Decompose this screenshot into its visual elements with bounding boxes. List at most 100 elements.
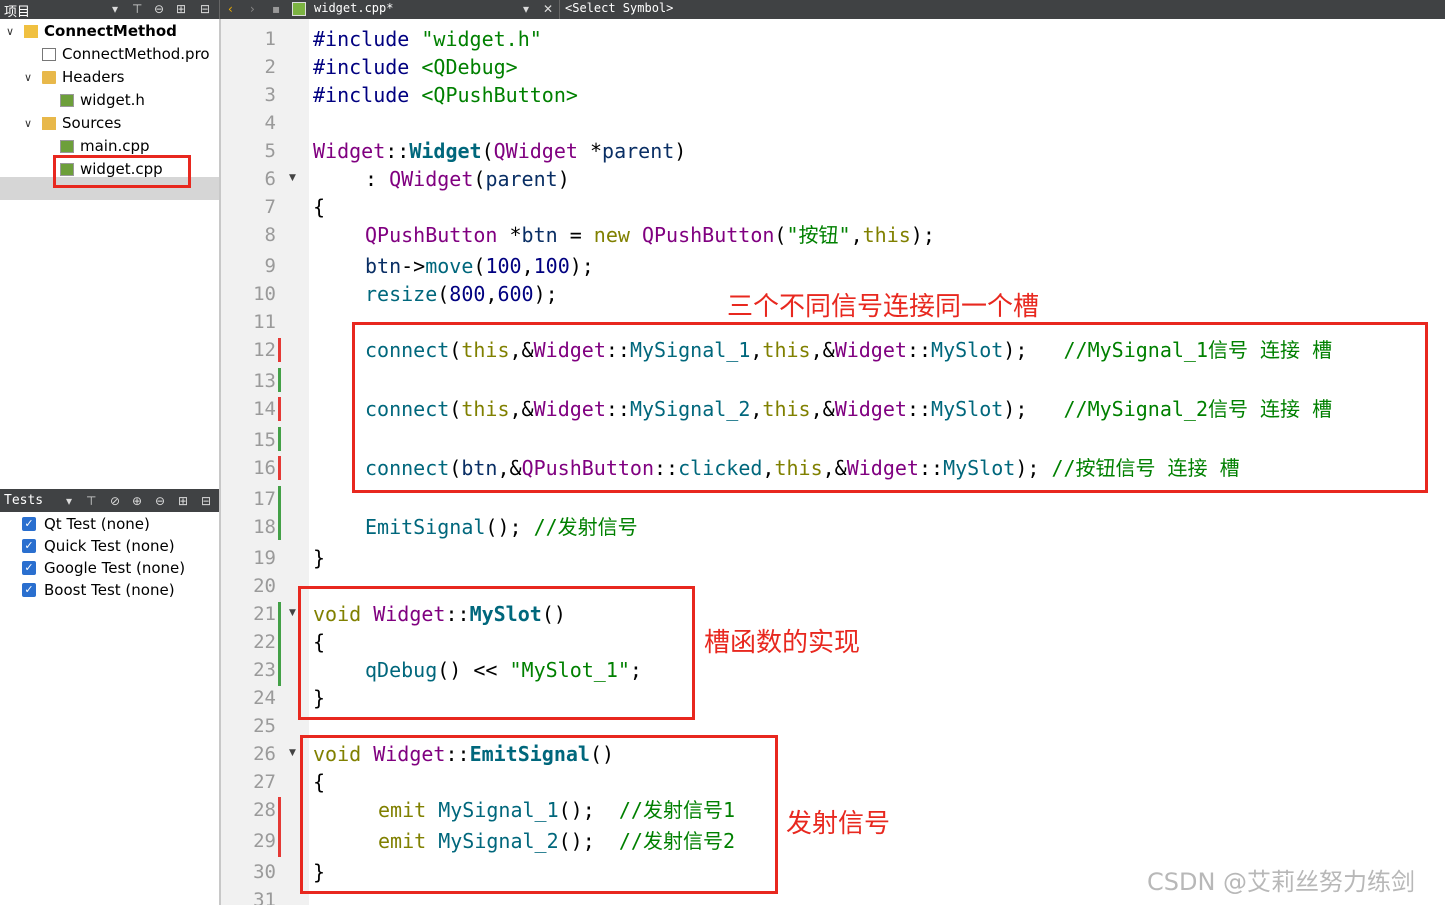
line-number[interactable]: 30 [221, 860, 276, 884]
test-item-label: Boost Test (none) [44, 581, 175, 599]
line-number[interactable]: 20 [221, 574, 276, 598]
change-marker [278, 397, 281, 421]
line-number[interactable]: 16 [221, 456, 276, 480]
close-panel-icon[interactable]: ⊟ [201, 493, 211, 509]
annotation-emit-label: 发射信号 [786, 809, 891, 839]
header-file-icon [60, 94, 74, 107]
test-item-label: Qt Test (none) [44, 515, 150, 533]
cpp-file-icon [60, 140, 74, 153]
chevron-down-icon[interactable]: ∨ [6, 20, 14, 43]
link-icon[interactable]: ⊖ [154, 1, 164, 17]
change-marker [278, 338, 281, 362]
close-panel-icon[interactable]: ⊟ [200, 1, 210, 17]
line-number[interactable]: 10 [221, 282, 276, 306]
sources-label: Sources [62, 114, 122, 132]
dropdown-icon[interactable]: ▾ [112, 1, 118, 17]
code-line-5[interactable]: Widget::Widget(QWidget *parent) [313, 139, 686, 163]
code-line-1[interactable]: #include "widget.h" [313, 27, 542, 51]
tests-toolbar: Tests ▾ ⊤ ⊘ ⊕ ⊖ ⊞ ⊟ [0, 489, 219, 512]
code-line-6[interactable]: : QWidget(parent) [365, 167, 570, 191]
editor-toolbar: 项目 ▾ ⊤ ⊖ ⊞ ⊟ ‹ › ▪ widget.cpp* ▾ ✕ <Sele… [0, 0, 1445, 20]
line-number[interactable]: 15 [221, 428, 276, 452]
forward-arrow-icon[interactable]: › [250, 1, 255, 17]
line-number[interactable]: 2 [221, 55, 276, 79]
code-line-7[interactable]: { [313, 195, 325, 219]
code-line-2[interactable]: #include <QDebug> [313, 55, 518, 79]
filter-icon[interactable]: ⊤ [132, 1, 142, 17]
tests-view-label[interactable]: Tests [4, 493, 43, 508]
line-number[interactable]: 8 [221, 223, 276, 247]
checkbox-checked-icon[interactable]: ✓ [22, 583, 36, 597]
folder-icon [42, 117, 56, 130]
project-icon [24, 25, 38, 38]
annotation-slot-box [298, 586, 695, 720]
line-number[interactable]: 23 [221, 658, 276, 682]
line-number[interactable]: 24 [221, 686, 276, 710]
annotation-connect-label: 三个不同信号连接同一个槽 [727, 292, 1040, 322]
line-number[interactable]: 11 [221, 310, 276, 334]
dropdown-icon[interactable]: ▾ [66, 493, 72, 509]
annotation-connect-box [352, 322, 1428, 493]
fold-arrow-icon[interactable]: ▼ [289, 748, 296, 758]
change-marker [278, 486, 281, 540]
test-item-label: Quick Test (none) [44, 537, 175, 555]
link-icon[interactable]: ⊘ [110, 493, 120, 509]
code-line-10[interactable]: resize(800,600); [365, 282, 558, 306]
chevron-down-icon[interactable]: ∨ [24, 66, 32, 89]
file-dropdown-icon[interactable]: ▾ [523, 1, 529, 17]
line-number[interactable]: 12 [221, 338, 276, 362]
line-number[interactable]: 27 [221, 770, 276, 794]
code-line-9[interactable]: btn->move(100,100); [365, 254, 594, 278]
widget-h-label: widget.h [80, 91, 145, 109]
close-file-icon[interactable]: ✕ [543, 1, 553, 17]
back-arrow-icon[interactable]: ‹ [228, 1, 233, 17]
cpp-file-icon [292, 2, 306, 16]
line-number[interactable]: 28 [221, 798, 276, 822]
highlight-widget-cpp [53, 155, 191, 188]
split-icon[interactable]: ⊞ [176, 1, 186, 17]
code-line-3[interactable]: #include <QPushButton> [313, 83, 578, 107]
line-number[interactable]: 13 [221, 369, 276, 393]
split-icon[interactable]: ⊞ [178, 493, 188, 509]
change-marker [278, 456, 281, 480]
collapse-icon[interactable]: ⊖ [155, 493, 165, 509]
line-number[interactable]: 3 [221, 83, 276, 107]
code-line-18[interactable]: EmitSignal(); //发射信号 [365, 515, 638, 539]
line-number[interactable]: 21 [221, 602, 276, 626]
line-number[interactable]: 19 [221, 546, 276, 570]
pro-file-icon [42, 48, 56, 61]
expand-icon[interactable]: ⊕ [132, 493, 142, 509]
symbol-selector[interactable]: <Select Symbol> [565, 1, 673, 15]
tests-list: ✓ Qt Test (none) ✓ Quick Test (none) ✓ G… [0, 512, 219, 905]
project-view-label[interactable]: 项目 [4, 1, 30, 20]
line-number[interactable]: 26 [221, 742, 276, 766]
line-number[interactable]: 31 [221, 888, 276, 905]
line-number[interactable]: 9 [221, 254, 276, 278]
line-number[interactable]: 22 [221, 630, 276, 654]
chevron-down-icon[interactable]: ∨ [24, 112, 32, 135]
open-file-selector[interactable]: widget.cpp* [314, 1, 393, 15]
fold-arrow-icon[interactable]: ▼ [289, 608, 296, 618]
annotation-emit-box [300, 735, 778, 894]
code-line-8[interactable]: QPushButton *btn = new QPushButton("按钮",… [365, 223, 935, 247]
line-number[interactable]: 25 [221, 714, 276, 738]
headers-label: Headers [62, 68, 125, 86]
change-marker [278, 797, 281, 857]
change-marker [278, 368, 281, 392]
line-number[interactable]: 29 [221, 829, 276, 853]
line-number[interactable]: 1 [221, 27, 276, 51]
line-number[interactable]: 18 [221, 515, 276, 539]
line-number[interactable]: 4 [221, 111, 276, 135]
code-line-19[interactable]: } [313, 546, 325, 570]
fold-arrow-icon[interactable]: ▼ [289, 173, 296, 183]
line-number[interactable]: 5 [221, 139, 276, 163]
checkbox-checked-icon[interactable]: ✓ [22, 561, 36, 575]
line-number[interactable]: 17 [221, 487, 276, 511]
line-number[interactable]: 6 [221, 167, 276, 191]
line-number[interactable]: 7 [221, 195, 276, 219]
line-number[interactable]: 14 [221, 397, 276, 421]
checkbox-checked-icon[interactable]: ✓ [22, 517, 36, 531]
filter-icon[interactable]: ⊤ [86, 493, 96, 509]
checkbox-checked-icon[interactable]: ✓ [22, 539, 36, 553]
test-item-label: Google Test (none) [44, 559, 186, 577]
